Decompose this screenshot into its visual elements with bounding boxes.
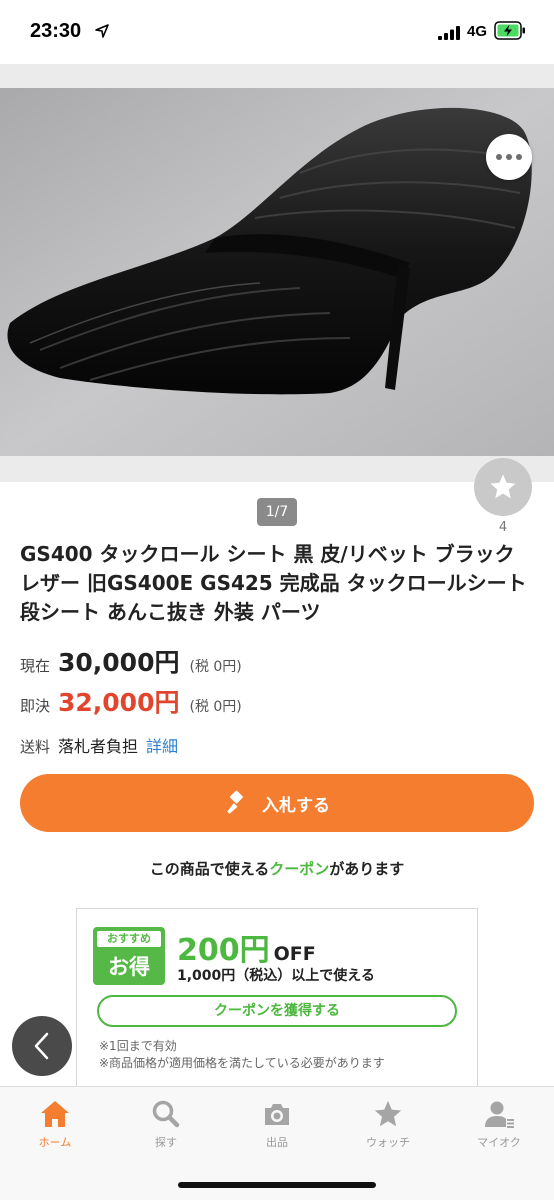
tab-sell-label: 出品 [266, 1136, 288, 1149]
badge-main-label: お得 [108, 955, 150, 979]
coupon-notice-highlight: クーポン [269, 860, 330, 878]
discount-row: 200円 OFF [177, 925, 316, 969]
buynow-price-row: 即決 32,000円 (税 0円) [20, 683, 242, 717]
star-icon [490, 474, 516, 499]
tab-home-label: ホーム [38, 1136, 72, 1149]
bid-button-label: 入札する [262, 795, 330, 816]
home-icon [41, 1101, 69, 1127]
tab-sell[interactable]: 出品 [222, 1099, 332, 1150]
home-indicator [178, 1182, 376, 1188]
current-price: 30,000円 [58, 648, 180, 677]
back-button[interactable] [12, 1016, 72, 1076]
image-counter: 1/7 [257, 498, 297, 526]
discount-off: OFF [273, 943, 316, 965]
product-image-gallery[interactable] [0, 64, 554, 482]
discount-amount: 200円 [177, 933, 270, 968]
chevron-left-icon [34, 1032, 49, 1060]
coupon-card: おすすめ お得 200円 OFF 1,000円（税込）以上で使える クーポンを獲… [76, 908, 478, 1098]
recommend-badge: おすすめ お得 [93, 927, 165, 985]
tab-my-auction-label: マイオク [477, 1136, 521, 1149]
get-coupon-button[interactable]: クーポンを獲得する [97, 995, 457, 1027]
current-price-label: 現在 [20, 657, 51, 675]
network-type: 4G [467, 23, 488, 40]
buynow-price-label: 即決 [20, 697, 51, 715]
shipping-label: 送料 [20, 738, 51, 756]
tab-watch[interactable]: ウォッチ [333, 1099, 443, 1150]
current-price-row: 現在 30,000円 (税 0円) [20, 643, 242, 677]
tab-home[interactable]: ホーム [0, 1099, 110, 1150]
buynow-price: 32,000円 [58, 688, 180, 717]
status-bar: 23:30 4G [0, 0, 554, 64]
buynow-price-tax: (税 0円) [189, 699, 242, 715]
tab-my-auction[interactable]: マイオク [444, 1099, 554, 1150]
star-icon [374, 1100, 402, 1127]
product-photo [0, 88, 554, 456]
cellular-signal-icon [438, 26, 460, 40]
status-time: 23:30 [30, 20, 82, 42]
coupon-notice-text-end: があります [329, 860, 405, 878]
product-title: GS400 タックロール シート 黒 皮/リベット ブラック レザー 旧GS40… [20, 542, 527, 624]
more-dot-icon [496, 154, 502, 160]
shipping-details-link[interactable]: 詳細 [146, 733, 178, 757]
coupon-notice-text: この商品で使える [149, 860, 270, 878]
shipping-value: 落札者負担 [58, 737, 139, 756]
tab-watch-label: ウォッチ [366, 1136, 410, 1149]
bid-button[interactable]: 入札する [20, 774, 534, 832]
search-icon [152, 1100, 180, 1128]
current-price-tax: (税 0円) [189, 659, 242, 675]
gavel-icon [227, 790, 243, 814]
coupon-note: ※商品価格が適用価格を満たしている必要があります [99, 1056, 385, 1070]
more-dot-icon [516, 154, 522, 160]
tab-search[interactable]: 探す [111, 1099, 221, 1150]
shipping-row: 送料 落札者負担 詳細 [20, 733, 178, 757]
location-arrow-icon [95, 24, 109, 38]
camera-icon [265, 1104, 289, 1125]
coupon-notice: この商品で使えるクーポンがあります [0, 858, 554, 879]
more-options-button[interactable] [486, 134, 532, 180]
battery-charging-icon [494, 21, 525, 40]
tab-search-label: 探す [155, 1136, 177, 1149]
badge-top-label: おすすめ [97, 931, 161, 947]
watch-count: 4 [498, 520, 508, 535]
coupon-note: ※1回まで有効 [99, 1039, 177, 1053]
watch-button[interactable] [474, 458, 532, 516]
more-dot-icon [506, 154, 512, 160]
coupon-condition: 1,000円（税込）以上で使える [177, 968, 375, 984]
user-icon [485, 1101, 514, 1128]
